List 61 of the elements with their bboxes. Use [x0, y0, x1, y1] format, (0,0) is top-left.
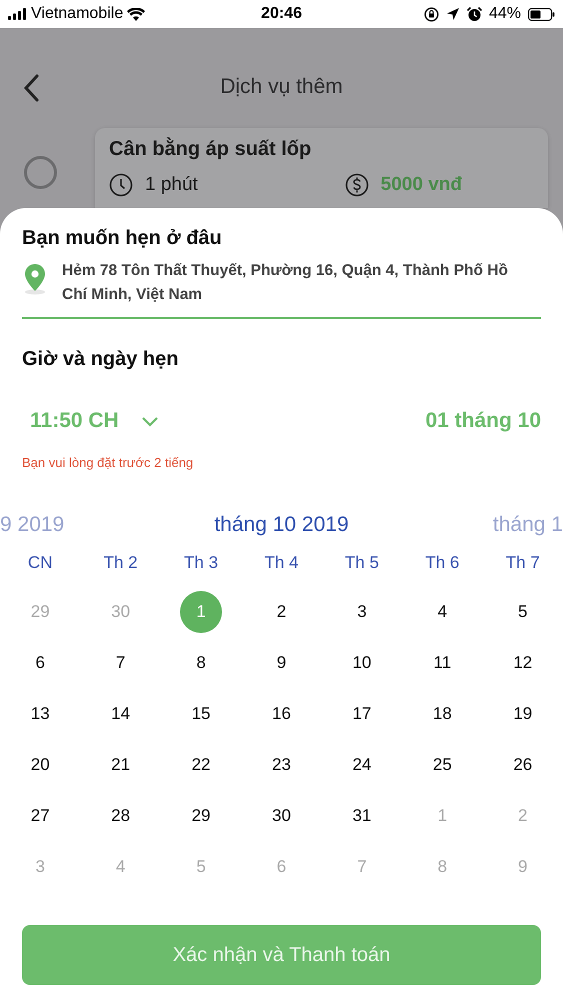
calendar-day[interactable]: 29 [180, 794, 222, 836]
calendar-day[interactable]: 18 [421, 692, 464, 734]
section-heading: Bạn muốn hẹn ở đâu [22, 226, 223, 250]
calendar-day[interactable]: 13 [19, 692, 62, 734]
service-name: Cân bằng áp suất lốp [109, 138, 312, 161]
calendar-day[interactable]: 28 [100, 794, 142, 836]
weekday-label: Th 7 [506, 552, 540, 574]
calendar-day[interactable]: 17 [340, 692, 383, 734]
calendar-day[interactable]: 22 [180, 744, 222, 786]
calendar-day[interactable]: 26 [502, 744, 544, 786]
calendar-day[interactable]: 4 [421, 590, 464, 632]
calendar-day[interactable]: 2 [260, 590, 302, 632]
page-title: Dịch vụ thêm [220, 75, 343, 99]
calendar-day[interactable]: 23 [260, 744, 302, 786]
calendar-day[interactable]: 27 [19, 794, 62, 836]
section-heading: Giờ và ngày hẹn [22, 347, 180, 371]
service-duration: 1 phút [145, 174, 198, 196]
address-field[interactable]: Hẻm 78 Tôn Thất Thuyết, Phường 16, Quận 4, Thành Phố Hồ Chí Minh, Việt Nam [22, 259, 541, 319]
calendar-day[interactable]: 16 [260, 692, 302, 734]
calendar-day[interactable]: 7 [100, 642, 142, 684]
battery-icon [528, 8, 555, 20]
calendar-day[interactable]: 19 [502, 692, 544, 734]
calendar-day[interactable]: 9 [260, 642, 302, 684]
calendar-day[interactable]: 6 [19, 642, 62, 684]
calendar-day[interactable]: 20 [19, 744, 62, 786]
weekday-label: Th 5 [344, 552, 379, 574]
calendar-day[interactable]: 24 [340, 744, 383, 786]
weekday-label: CN [28, 552, 52, 574]
alarm-clock-icon [466, 6, 482, 22]
weekday-label: Th 3 [184, 552, 218, 574]
calendar-day[interactable]: 14 [100, 692, 142, 734]
calendar-day[interactable]: 15 [180, 692, 222, 734]
calendar-day[interactable]: 8 [180, 642, 222, 684]
calendar-day[interactable]: 30 [260, 794, 302, 836]
calendar-day[interactable]: 12 [502, 642, 544, 684]
dollar-icon [344, 173, 369, 197]
wifi-icon [127, 8, 146, 20]
battery-level: 44% [488, 5, 521, 23]
radio-button[interactable] [24, 156, 57, 189]
signal-icon [8, 8, 27, 20]
weekday-label: Th 2 [104, 552, 138, 574]
service-price: 5000 vnđ [380, 174, 462, 196]
clock-icon [109, 173, 133, 197]
clock-time: 20:46 [261, 5, 302, 23]
chevron-down-icon[interactable] [140, 416, 159, 426]
calendar-day[interactable]: 21 [100, 744, 142, 786]
calendar-day[interactable]: 31 [340, 794, 383, 836]
map-pin-icon [24, 263, 46, 295]
calendar-day[interactable]: 10 [340, 642, 383, 684]
calendar-day[interactable]: 3 [340, 590, 383, 632]
service-card[interactable]: Cân bằng áp suất lốp 1 phút 5000 vnđ [95, 128, 548, 208]
calendar-day[interactable]: 11 [421, 642, 464, 684]
month-title[interactable]: tháng 10 2019 [214, 513, 349, 537]
weekday-label: Th 6 [425, 552, 460, 574]
carrier-name: Vietnamobile [31, 5, 124, 23]
location-arrow-icon [446, 7, 460, 21]
warning-text: Bạn vui lòng đặt trước 2 tiếng [22, 455, 194, 470]
calendar-day[interactable]: 5 [502, 590, 544, 632]
rotation-lock-icon [424, 6, 439, 22]
calendar-day[interactable]: 25 [421, 744, 464, 786]
weekday-label: Th 4 [264, 552, 298, 574]
